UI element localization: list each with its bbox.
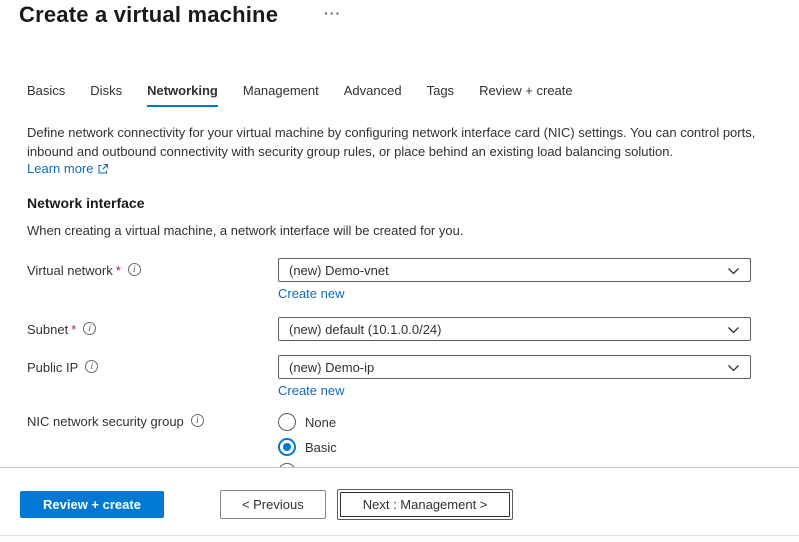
public-ip-select-value: (new) Demo-ip (289, 360, 374, 375)
tab-management[interactable]: Management (243, 83, 319, 107)
virtual-network-select-value: (new) Demo-vnet (289, 263, 389, 278)
section-heading-network-interface: Network interface (27, 195, 799, 211)
networking-tab-content: Create a virtual machine ··· Basics Disk… (0, 0, 799, 467)
chevron-down-icon (727, 364, 740, 373)
more-options-button[interactable]: ··· (324, 8, 341, 18)
required-asterisk: * (71, 322, 76, 337)
review-create-button[interactable]: Review + create (20, 491, 164, 518)
virtual-network-label: Virtual network (27, 263, 113, 278)
virtual-network-select[interactable]: (new) Demo-vnet (278, 258, 751, 282)
info-icon[interactable]: i (83, 322, 96, 335)
nic-nsg-row: NIC network security group i None Basic … (27, 412, 799, 467)
info-icon[interactable]: i (128, 263, 141, 276)
page-bottom-strip (0, 537, 799, 542)
tab-tags[interactable]: Tags (427, 83, 454, 107)
section-description: When creating a virtual machine, a netwo… (27, 223, 799, 238)
subnet-row: Subnet * i (new) default (10.1.0.0/24) (27, 317, 799, 341)
footer-buttons: Review + create < Previous Next : Manage… (0, 468, 799, 520)
nic-nsg-label: NIC network security group (27, 414, 184, 429)
tab-disks[interactable]: Disks (90, 83, 122, 107)
tab-basics[interactable]: Basics (27, 83, 65, 107)
wizard-footer: Review + create < Previous Next : Manage… (0, 467, 799, 536)
virtual-network-row: Virtual network * i (new) Demo-vnet Crea… (27, 258, 799, 303)
required-asterisk: * (116, 263, 121, 278)
previous-button[interactable]: < Previous (220, 490, 326, 519)
radio-label: Basic (305, 440, 337, 455)
public-ip-create-new-link[interactable]: Create new (278, 383, 344, 399)
tab-bar: Basics Disks Networking Management Advan… (27, 83, 799, 107)
nic-nsg-option-basic[interactable]: Basic (278, 438, 751, 456)
subnet-select[interactable]: (new) default (10.1.0.0/24) (278, 317, 751, 341)
page-header: Create a virtual machine ··· (0, 0, 799, 28)
nic-nsg-radio-group: None Basic Advanced (278, 412, 751, 467)
virtual-network-label-group: Virtual network * i (27, 258, 278, 303)
info-icon[interactable]: i (191, 414, 204, 427)
chevron-down-icon (727, 267, 740, 276)
tab-review-create[interactable]: Review + create (479, 83, 573, 107)
radio-button-icon (278, 413, 296, 431)
radio-button-icon (278, 438, 296, 456)
virtual-network-control: (new) Demo-vnet Create new (278, 258, 751, 303)
subnet-control: (new) default (10.1.0.0/24) (278, 317, 751, 341)
tab-description: Define network connectivity for your vir… (27, 123, 772, 161)
public-ip-row: Public IP i (new) Demo-ip Create new (27, 355, 799, 400)
next-management-button[interactable]: Next : Management > (337, 489, 514, 520)
chevron-down-icon (727, 326, 740, 335)
nic-nsg-option-none[interactable]: None (278, 413, 751, 431)
public-ip-label: Public IP (27, 360, 78, 375)
radio-label: None (305, 415, 336, 430)
tab-advanced[interactable]: Advanced (344, 83, 402, 107)
public-ip-control: (new) Demo-ip Create new (278, 355, 751, 400)
info-icon[interactable]: i (85, 360, 98, 373)
public-ip-select[interactable]: (new) Demo-ip (278, 355, 751, 379)
nic-nsg-label-group: NIC network security group i (27, 412, 278, 467)
subnet-select-value: (new) default (10.1.0.0/24) (289, 322, 441, 337)
learn-more-link[interactable]: Learn more (27, 161, 93, 177)
external-link-icon (97, 163, 109, 175)
virtual-network-create-new-link[interactable]: Create new (278, 286, 344, 302)
subnet-label: Subnet (27, 322, 68, 337)
networking-form: Virtual network * i (new) Demo-vnet Crea… (0, 258, 799, 467)
page-title: Create a virtual machine (19, 2, 278, 28)
learn-more-row: Learn more (27, 161, 799, 177)
tab-networking[interactable]: Networking (147, 83, 218, 107)
subnet-label-group: Subnet * i (27, 317, 278, 341)
public-ip-label-group: Public IP i (27, 355, 278, 400)
